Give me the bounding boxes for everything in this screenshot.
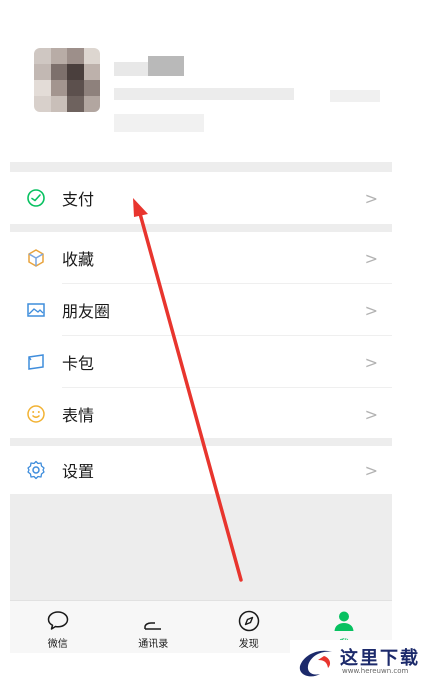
annotation-arrow (133, 198, 243, 582)
watermark: 这里下载 www.hereuwn.com (290, 640, 422, 680)
watermark-logo-icon (299, 650, 332, 677)
screen: 支付 > 收藏 > 朋友圈 > 卡包 > 表情 > 设置 > 微信 通讯录 发现… (0, 0, 422, 680)
watermark-url: www.hereuwn.com (342, 667, 409, 675)
